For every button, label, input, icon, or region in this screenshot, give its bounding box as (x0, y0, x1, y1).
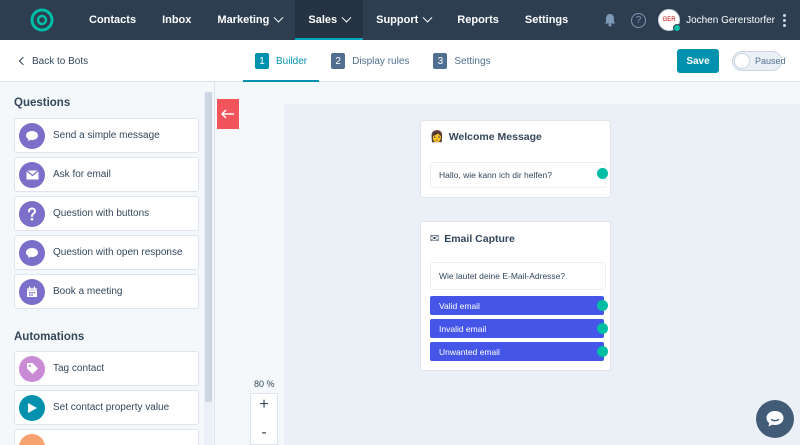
nav-reports[interactable]: Reports (444, 0, 512, 40)
chevron-down-icon (341, 12, 352, 23)
connection-port[interactable] (597, 300, 608, 311)
back-to-bots-link[interactable]: Back to Bots (18, 40, 88, 82)
top-nav: Contacts Inbox Marketing Sales Support R… (0, 0, 800, 40)
chat-bubble-icon (19, 122, 45, 149)
message-bubble: Wie lautet deine E-Mail-Adresse? (430, 262, 606, 290)
nav-settings[interactable]: Settings (512, 0, 581, 40)
nav-right: ? GER Jochen Gererstorfer (603, 0, 786, 40)
nav-sales[interactable]: Sales (295, 0, 364, 40)
questions-section-title: Questions (14, 97, 71, 109)
option-invalid-email[interactable]: Invalid email (430, 319, 604, 338)
step-builder[interactable]: 1 Builder (243, 40, 320, 82)
collapse-sidebar-button[interactable] (217, 99, 239, 129)
action-send-simple-message[interactable]: Send a simple message (14, 118, 199, 153)
avatar[interactable]: GER (658, 9, 682, 32)
online-status-dot (673, 24, 682, 32)
tag-icon (19, 355, 45, 382)
builder-steps: 1 Builder 2 Display rules 3 Settings (243, 40, 503, 82)
help-icon[interactable]: ? (631, 12, 647, 28)
action-icon (19, 433, 45, 445)
option-unwanted-email[interactable]: Unwanted email (430, 342, 604, 361)
save-button[interactable]: Save (677, 49, 719, 73)
zoom-controls: + - (250, 393, 278, 445)
step-settings[interactable]: 3 Settings (421, 40, 502, 82)
card-title: ✉ Email Capture (430, 232, 515, 246)
chevron-down-icon (422, 12, 433, 23)
connection-port[interactable] (597, 168, 608, 179)
person-emoji-icon: 👩 (430, 131, 444, 143)
arrow-left-icon (221, 109, 234, 119)
action-question-open-response[interactable]: Question with open response (14, 235, 199, 270)
question-icon (19, 200, 45, 227)
nav-support[interactable]: Support (363, 0, 444, 40)
kebab-menu-icon[interactable] (783, 13, 786, 27)
action-set-contact-property[interactable]: Set contact property value (14, 390, 199, 425)
action-tag-contact[interactable]: Tag contact (14, 351, 199, 386)
connection-port[interactable] (597, 323, 608, 334)
nav-inbox[interactable]: Inbox (149, 0, 204, 40)
card-title: 👩 Welcome Message (430, 130, 542, 144)
zoom-in-button[interactable]: + (251, 396, 277, 414)
envelope-icon: ✉ (430, 233, 440, 245)
welcome-message-card[interactable]: 👩 Welcome Message Hallo, wie kann ich di… (420, 120, 611, 198)
action-item-partial[interactable] (14, 429, 199, 445)
toggle-knob (734, 53, 750, 69)
connection-port[interactable] (597, 346, 608, 357)
zoom-level: 80 % (254, 379, 275, 389)
flag-icon (19, 394, 45, 421)
paused-toggle[interactable]: Paused (732, 51, 786, 71)
main-nav: Contacts Inbox Marketing Sales Support R… (76, 0, 581, 40)
sidebar-scrollbar[interactable] (204, 92, 213, 445)
zoom-out-button[interactable]: - (251, 424, 277, 442)
step-display-rules[interactable]: 2 Display rules (319, 40, 421, 82)
action-question-with-buttons[interactable]: Question with buttons (14, 196, 199, 231)
calendar-icon (19, 278, 45, 305)
action-book-a-meeting[interactable]: Book a meeting (14, 274, 199, 309)
nav-contacts[interactable]: Contacts (76, 0, 149, 40)
message-bubble: Hallo, wie kann ich dir helfen? (430, 162, 606, 188)
scrollbar-thumb[interactable] (205, 92, 212, 402)
action-ask-for-email[interactable]: Ask for email (14, 157, 199, 192)
chevron-down-icon (273, 12, 284, 23)
user-name[interactable]: Jochen Gererstorfer (686, 15, 775, 26)
chevron-left-icon (18, 56, 28, 66)
nav-marketing[interactable]: Marketing (204, 0, 295, 40)
app-logo-icon[interactable] (30, 8, 54, 32)
option-valid-email[interactable]: Valid email (430, 296, 604, 315)
automations-section-title: Automations (14, 331, 85, 343)
chat-bubble-icon (19, 239, 45, 266)
email-capture-card[interactable]: ✉ Email Capture Wie lautet deine E-Mail-… (420, 221, 611, 371)
bell-icon[interactable] (603, 13, 617, 27)
chat-widget-button[interactable] (756, 400, 794, 438)
chat-icon (766, 411, 784, 427)
actions-sidebar: Questions Send a simple message Ask for … (0, 82, 215, 445)
envelope-icon (19, 161, 45, 188)
